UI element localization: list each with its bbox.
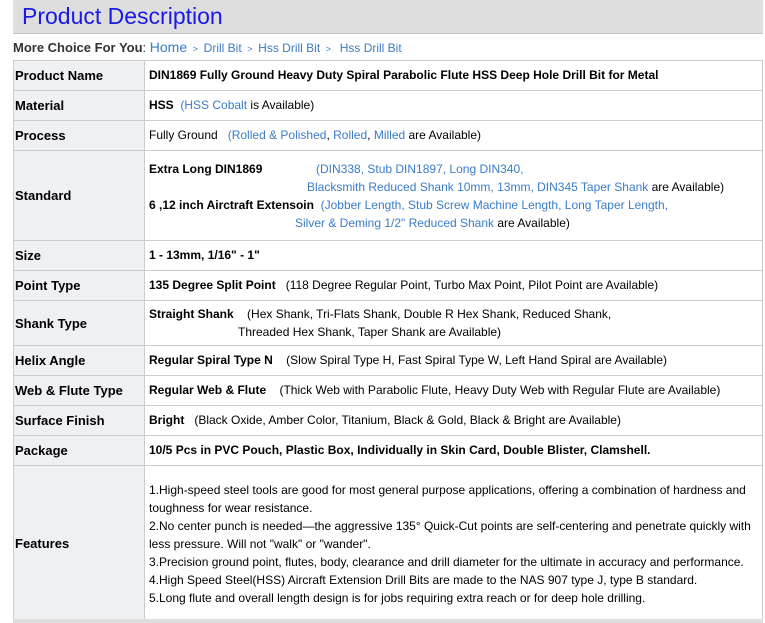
list-item: 4.High Speed Steel(HSS) Aircraft Extensi… [149,573,698,587]
breadcrumb-home-link[interactable]: Home [150,39,187,55]
standard-tail-2: are Available) [494,215,570,230]
long-taper-link[interactable]: Long Taper Length [565,198,665,212]
breadcrumb-colon: : [142,40,147,55]
web-flute-main: Regular Web & Flute [149,383,267,397]
hss-cobalt-link[interactable]: HSS Cobalt [184,98,247,112]
features-value: 1.High-speed steel tools are good for mo… [144,465,763,621]
row-label: Surface Finish [13,405,145,436]
process-main: Fully Ground [149,128,218,142]
row-label: Size [13,240,145,271]
surface-finish-main: Bright [149,413,185,427]
material-value: HSS (HSS Cobalt is Available) [144,90,763,121]
standard-tail-1: are Available) [648,179,725,194]
rolled-link[interactable]: Rolled [333,128,367,142]
breadcrumb-separator-icon: > [325,44,332,54]
table-row-surface-finish: Surface Finish Bright (Black Oxide, Ambe… [13,405,763,436]
milled-link[interactable]: Milled [374,128,405,142]
silver-deming-link[interactable]: Silver & Deming 1/2" Reduced Shank [295,216,494,230]
material-tail: is Available) [247,98,315,112]
blacksmith-link[interactable]: Blacksmith Reduced Shank 10mm [307,180,490,194]
table-row-standard: Standard Extra Long DIN1869 (DIN338, Stub… [13,150,763,241]
surface-finish-value: Bright (Black Oxide, Amber Color, Titani… [144,405,763,436]
list-item: 1.High-speed steel tools are good for mo… [149,483,746,515]
row-label: Product Name [13,60,145,91]
surface-finish-rest: (Black Oxide, Amber Color, Titanium, Bla… [194,413,621,427]
web-flute-rest: (Thick Web with Parabolic Flute, Heavy D… [279,383,721,397]
section-header: Product Description [13,0,763,34]
table-row-product-name: Product Name DIN1869 Fully Ground Heavy … [13,60,763,91]
helix-angle-value: Regular Spiral Type N (Slow Spiral Type … [144,345,763,376]
row-label: Process [13,120,145,151]
shank-type-main: Straight Shank [149,307,234,321]
table-row-size: Size 1 - 13mm, 1/16" - 1" [13,240,763,271]
shank-type-value: Straight Shank (Hex Shank, Tri-Flats Sha… [144,300,763,346]
list-item: 3.Precision ground point, flutes, body, … [149,555,744,569]
din345-link[interactable]: DIN345 Taper Shank [537,180,648,194]
row-label: Package [13,435,145,466]
breadcrumb-drill-bit-link[interactable]: Drill Bit [204,41,242,55]
row-label: Material [13,90,145,121]
din338-link[interactable]: (DIN338 [316,162,361,176]
breadcrumb-lead: More Choice For You [13,40,143,55]
stub-din1897-link[interactable]: Stub DIN1897 [367,162,442,176]
long-din340-link[interactable]: Long DIN340 [449,162,520,176]
table-row-features: Features 1.High-speed steel tools are go… [13,465,763,621]
point-type-main: 135 Degree Split Point [149,278,276,292]
package-value: 10/5 Pcs in PVC Pouch, Plastic Box, Indi… [144,435,763,466]
web-flute-value: Regular Web & Flute (Thick Web with Para… [144,375,763,406]
size-value: 1 - 13mm, 1/16" - 1" [144,240,763,271]
helix-angle-rest: (Slow Spiral Type H, Fast Spiral Type W,… [286,353,668,367]
breadcrumb-separator-icon: > [192,44,199,54]
table-row-process: Process Fully Ground (Rolled & Polished,… [13,120,763,151]
standard-main-1: Extra Long DIN1869 [149,161,263,176]
helix-angle-main: Regular Spiral Type N [149,353,273,367]
table-row-material: Material HSS (HSS Cobalt is Available) [13,90,763,121]
breadcrumb-current-link[interactable]: Hss Drill Bit [340,41,402,55]
stub-screw-link[interactable]: Stub Screw Machine Length [408,198,558,212]
13mm-link[interactable]: 13mm [497,180,530,194]
row-label: Helix Angle [13,345,145,376]
features-list: 1.High-speed steel tools are good for mo… [149,467,758,619]
table-row-shank-type: Shank Type Straight Shank (Hex Shank, Tr… [13,300,763,346]
table-row-web-flute: Web & Flute Type Regular Web & Flute (Th… [13,375,763,406]
jobber-length-link[interactable]: (Jobber Length [321,198,402,212]
list-item: 2.No center punch is needed—the aggressi… [149,519,751,551]
process-tail: are Available) [405,128,482,142]
row-label: Features [13,465,145,621]
shank-type-rest-2: Threaded Hex Shank, Taper Shank are Avai… [238,325,502,339]
breadcrumb-hss-drill-bit-link[interactable]: Hss Drill Bit [258,41,320,55]
breadcrumb: More Choice For You: Home > Drill Bit > … [13,39,402,55]
list-item: 5.Long flute and overall length design i… [149,591,646,605]
shank-type-rest-1: (Hex Shank, Tri-Flats Shank, Double R He… [247,307,612,321]
standard-main-2: 6 ,12 inch Airctraft Extensoin [149,197,314,212]
process-value: Fully Ground (Rolled & Polished, Rolled,… [144,120,763,151]
row-label: Web & Flute Type [13,375,145,406]
spec-table: Product Name DIN1869 Fully Ground Heavy … [13,60,763,621]
row-label: Standard [13,150,145,241]
product-name-value: DIN1869 Fully Ground Heavy Duty Spiral P… [144,60,763,91]
page-title: Product Description [22,3,223,29]
point-type-rest: (118 Degree Regular Point, Turbo Max Poi… [285,278,659,292]
table-row-helix-angle: Helix Angle Regular Spiral Type N (Slow … [13,345,763,376]
row-label: Point Type [13,270,145,301]
table-row-point-type: Point Type 135 Degree Split Point (118 D… [13,270,763,301]
rolled-polished-link[interactable]: Rolled & Polished [232,128,327,142]
table-row-package: Package 10/5 Pcs in PVC Pouch, Plastic B… [13,435,763,466]
row-label: Shank Type [13,300,145,346]
breadcrumb-separator-icon: > [247,44,253,54]
footer-bar [13,619,763,623]
standard-value: Extra Long DIN1869 (DIN338, Stub DIN1897,… [144,150,763,241]
point-type-value: 135 Degree Split Point (118 Degree Regul… [144,270,763,301]
material-main: HSS [149,98,174,112]
